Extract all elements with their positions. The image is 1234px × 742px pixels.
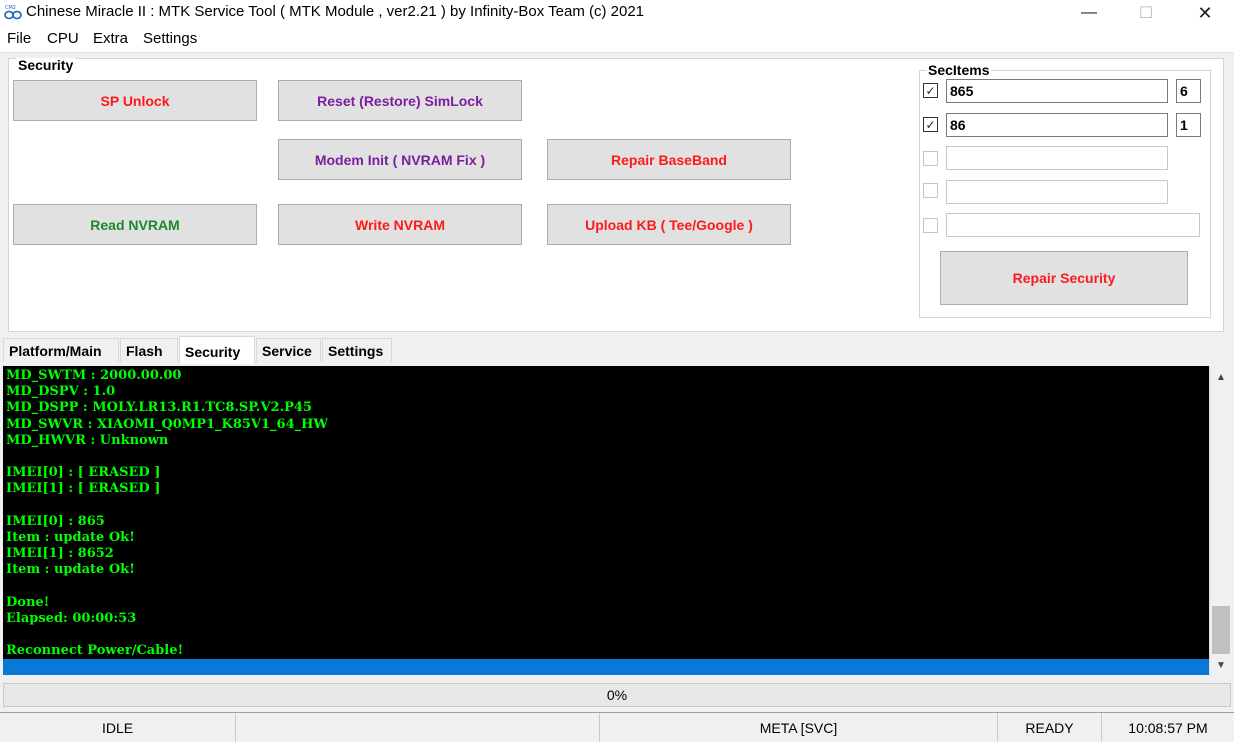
scroll-up-icon[interactable]: ▲ — [1210, 368, 1232, 386]
tab-security[interactable]: Security — [179, 336, 255, 364]
log-line: IMEI[1] : 8652 — [6, 546, 114, 562]
status-bar: IDLE META [SVC] READY 10:08:57 PM — [0, 712, 1234, 742]
secitem-1-digit-field[interactable]: 6 — [1176, 79, 1201, 103]
log-line: MD_SWVR : XIAOMI_Q0MP1_K85V1_64_HW — [6, 416, 329, 432]
log-scrollbar[interactable]: ▲ ▼ — [1209, 366, 1232, 676]
progress-label: 0% — [606, 687, 628, 703]
secitem-3-checkbox[interactable] — [923, 151, 938, 166]
window-title: Chinese Miracle II : MTK Service Tool ( … — [26, 3, 645, 20]
secitem-4-field[interactable] — [946, 180, 1168, 204]
progress-bar: 0% — [3, 683, 1231, 707]
secitem-2-checkbox[interactable]: ✓ — [923, 117, 938, 132]
menu-settings[interactable]: Settings — [143, 30, 197, 47]
reset-simlock-button[interactable]: Reset (Restore) SimLock — [278, 80, 522, 121]
write-nvram-button[interactable]: Write NVRAM — [278, 204, 522, 245]
status-ready: READY — [998, 713, 1102, 742]
log-line: MD_SWTM : 2000.00.00 — [6, 368, 182, 383]
menu-file[interactable]: File — [7, 30, 31, 47]
sp-unlock-button[interactable]: SP Unlock — [13, 80, 257, 121]
console-selection-bar — [3, 659, 1209, 675]
log-line: IMEI[0] : [ ERASED ] — [6, 465, 161, 481]
secitem-2-field[interactable]: 86 — [946, 113, 1168, 137]
minimize-icon: — — [1081, 4, 1097, 21]
log-line: IMEI[0] : 865 — [6, 513, 105, 529]
log-line: Reconnect Power/Cable! — [6, 643, 184, 659]
repair-security-button[interactable]: Repair Security — [940, 251, 1188, 305]
maximize-button[interactable]: ☐ — [1121, 0, 1171, 26]
tab-platform-main[interactable]: Platform/Main — [3, 338, 119, 362]
tab-service[interactable]: Service — [256, 338, 321, 362]
tab-flash[interactable]: Flash — [120, 338, 178, 362]
read-nvram-button[interactable]: Read NVRAM — [13, 204, 257, 245]
menu-cpu[interactable]: CPU — [47, 30, 79, 47]
log-line: MD_HWVR : Unknown — [6, 432, 169, 448]
secitem-4-checkbox[interactable] — [923, 183, 938, 198]
scroll-thumb[interactable] — [1212, 606, 1230, 654]
title-bar: CM2 Chinese Miracle II : MTK Service Too… — [0, 0, 1234, 26]
log-console[interactable]: MD_SWTM : 2000.00.00 MD_DSPV : 1.0 MD_DSPP… — [3, 366, 1209, 659]
secitem-5-field[interactable] — [946, 213, 1200, 237]
log-line: Item : update Ok! — [6, 562, 135, 578]
check-icon: ✓ — [925, 83, 936, 98]
scroll-down-icon[interactable]: ▼ — [1210, 656, 1232, 674]
status-mode: META [SVC] — [600, 713, 998, 742]
secitem-1-field[interactable]: 865 — [946, 79, 1168, 103]
tab-strip: Platform/Main Flash Security Service Set… — [0, 336, 1234, 364]
secitem-1-checkbox[interactable]: ✓ — [923, 83, 938, 98]
repair-baseband-button[interactable]: Repair BaseBand — [547, 139, 791, 180]
secitems-group-label: SecItems — [926, 62, 992, 78]
svg-text:CM2: CM2 — [5, 5, 16, 11]
log-line: IMEI[1] : [ ERASED ] — [6, 481, 161, 497]
upload-kb-button[interactable]: Upload KB ( Tee/Google ) — [547, 204, 791, 245]
secitem-3-field[interactable] — [946, 146, 1168, 170]
status-state: IDLE — [0, 713, 236, 742]
minimize-button[interactable]: — — [1064, 0, 1114, 26]
check-icon: ✓ — [925, 117, 936, 132]
log-line: Item : update Ok! — [6, 530, 135, 545]
log-line: Elapsed: 00:00:53 — [6, 611, 137, 626]
tab-settings[interactable]: Settings — [322, 338, 392, 362]
log-line: MD_DSPV : 1.0 — [6, 384, 116, 400]
status-time: 10:08:57 PM — [1128, 719, 1208, 736]
secitem-2-digit-field[interactable]: 1 — [1176, 113, 1201, 137]
log-line: MD_DSPP : MOLY.LR13.R1.TC8.SP.V2.P45 — [6, 400, 312, 416]
status-empty-1 — [236, 713, 600, 742]
secitem-5-checkbox[interactable] — [923, 218, 938, 233]
infinity-app-icon: CM2 — [4, 5, 22, 20]
modem-init-button[interactable]: Modem Init ( NVRAM Fix ) — [278, 139, 522, 180]
security-group-label: Security — [16, 57, 76, 73]
menu-bar: File CPU Extra Settings — [0, 26, 1234, 53]
close-icon: ✕ — [1197, 2, 1213, 23]
log-line: Done! — [6, 594, 50, 610]
menu-extra[interactable]: Extra — [93, 30, 128, 47]
close-button[interactable]: ✕ — [1180, 0, 1230, 26]
maximize-icon: ☐ — [1138, 5, 1154, 22]
